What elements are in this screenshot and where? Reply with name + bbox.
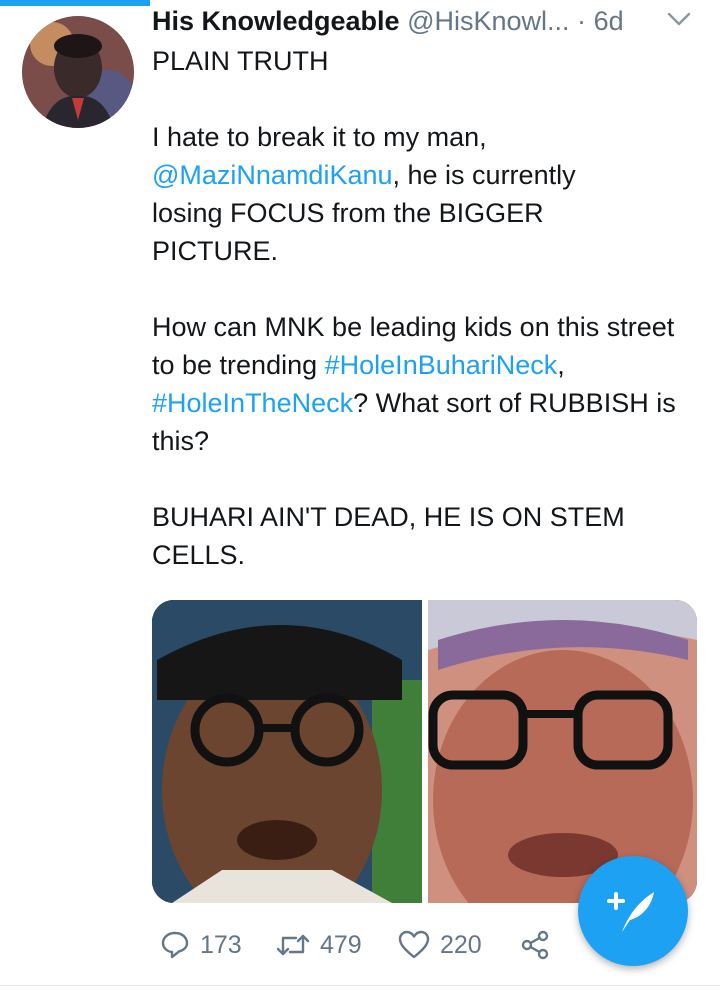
tweet-header: His Knowledgeable @HisKnowl... · 6d (152, 6, 700, 42)
retweet-action[interactable]: 479 (276, 926, 362, 964)
tweet-paragraph-4: BUHARI AIN'T DEAD, HE IS ON STEM CELLS. (152, 502, 625, 570)
like-action[interactable]: 220 (398, 926, 482, 964)
hashtag-link[interactable]: #HoleInBuhariNeck (325, 350, 558, 380)
compose-tweet-icon (607, 892, 654, 932)
retweet-icon (276, 934, 310, 956)
text-segment: I hate to break it to my man, (152, 122, 487, 152)
user-handle[interactable]: @HisKnowl... (407, 6, 569, 36)
divider-line (0, 985, 720, 986)
media-photo-right[interactable] (428, 600, 697, 903)
tweet-time: 6d (593, 6, 624, 36)
tweet-line-plain-truth: PLAIN TRUTH (152, 46, 329, 76)
media-photo-left[interactable] (152, 600, 422, 903)
share-icon (521, 930, 549, 960)
display-name[interactable]: His Knowledgeable (152, 6, 400, 36)
chevron-down-icon[interactable] (666, 10, 692, 28)
compose-tweet-button[interactable] (578, 856, 688, 966)
reply-icon (161, 931, 189, 959)
tweet-media[interactable] (152, 600, 697, 903)
reply-action[interactable]: 173 (160, 926, 242, 964)
top-accent-line (0, 0, 150, 6)
retweet-count: 479 (320, 930, 362, 959)
hashtag-link[interactable]: #HoleInTheNeck (152, 388, 353, 418)
avatar[interactable] (22, 16, 134, 128)
separator-dot: · (577, 6, 587, 36)
mention-link[interactable]: @MaziNnamdiKanu (152, 160, 393, 190)
tweet-body: PLAIN TRUTH I hate to break it to my man… (152, 42, 712, 574)
reply-count: 173 (200, 930, 242, 959)
text-segment: , (557, 350, 565, 380)
tweet-paragraph-3: How can MNK be leading kids on this stre… (152, 308, 697, 460)
like-count: 220 (440, 930, 482, 959)
share-action[interactable] (520, 926, 550, 964)
like-icon (398, 930, 430, 959)
tweet-paragraph-2: I hate to break it to my man, @MaziNnamd… (152, 118, 632, 270)
